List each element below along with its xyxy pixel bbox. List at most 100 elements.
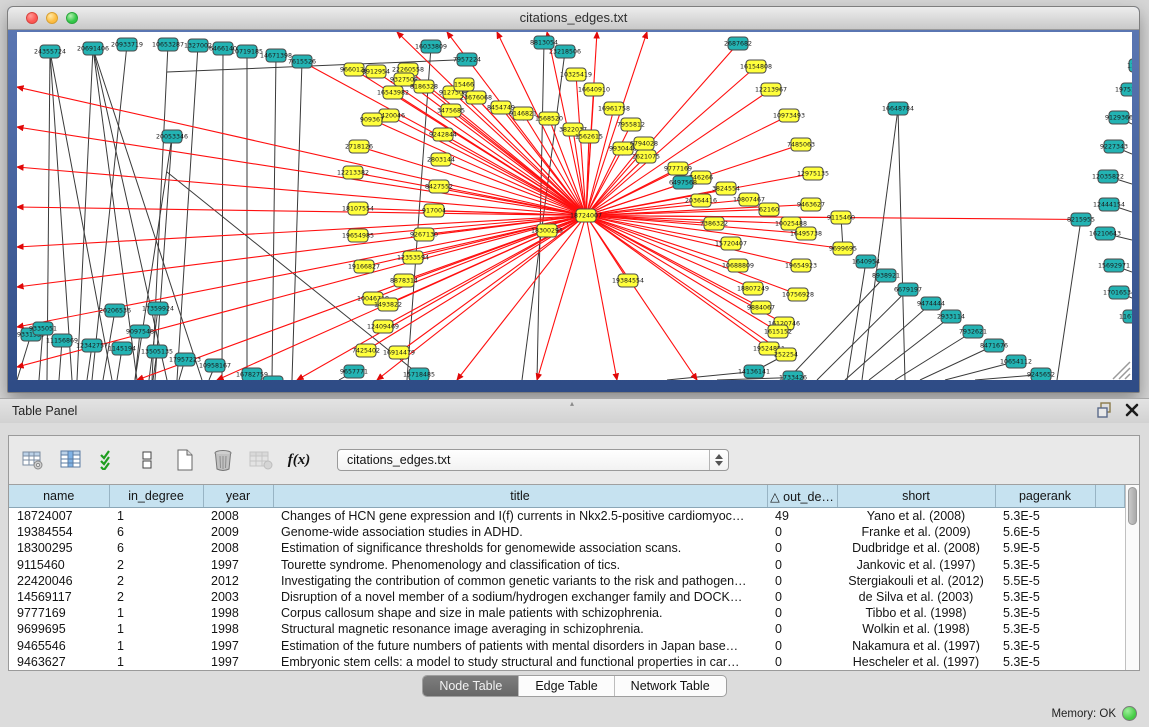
table-cell[interactable]: 0	[767, 540, 837, 556]
graph-node[interactable]: 10654112	[1000, 355, 1032, 368]
graph-edge[interactable]	[920, 346, 994, 381]
table-cell[interactable]: 9115460	[9, 557, 109, 573]
graph-edge[interactable]	[222, 49, 223, 381]
table-cell[interactable]: 5.3E-5	[995, 508, 1095, 525]
table-cell[interactable]: 18724007	[9, 508, 109, 525]
network-canvas[interactable]: 1872400718300295193845549660124891295422…	[17, 32, 1132, 380]
graph-edge[interactable]	[586, 216, 806, 234]
graph-node[interactable]: 10325419	[560, 68, 592, 81]
graph-node[interactable]: 19751074	[1115, 83, 1132, 96]
table-cell[interactable]: 1	[109, 621, 203, 637]
table-cell[interactable]: 18300295	[9, 540, 109, 556]
graph-node[interactable]: 9884067	[747, 301, 775, 314]
table-cell[interactable]: 6	[109, 540, 203, 556]
graph-node[interactable]: 8938921	[872, 269, 900, 282]
table-cell[interactable]	[1095, 654, 1124, 670]
table-cell[interactable]: 0	[767, 524, 837, 540]
graph-node[interactable]: 16033809	[415, 40, 447, 53]
table-cell[interactable]: 5.3E-5	[995, 654, 1095, 670]
delete-table-icon[interactable]	[249, 448, 273, 472]
graph-node[interactable]: 16154808	[740, 60, 772, 73]
table-cell[interactable]: 1997	[203, 638, 273, 654]
table-cell[interactable]: 5.3E-5	[995, 605, 1095, 621]
function-builder-icon[interactable]: f(x)	[287, 448, 311, 472]
graph-node[interactable]: 2933114	[937, 310, 965, 323]
table-cell[interactable]: Changes of HCN gene expression and I(f) …	[273, 508, 767, 525]
graph-node[interactable]: 1621075	[632, 150, 660, 163]
table-cell[interactable]: 5.9E-5	[995, 540, 1095, 556]
graph-node[interactable]: 19166827	[348, 260, 380, 273]
tab-node-table[interactable]: Node Table	[423, 676, 519, 696]
graph-node[interactable]: 12409469	[367, 320, 399, 333]
panel-resize-handle[interactable]: ▴	[570, 399, 574, 408]
graph-node[interactable]: 3475685	[437, 104, 465, 117]
table-cell[interactable]: Yano et al. (2008)	[837, 508, 995, 525]
graph-node[interactable]: 10973493	[773, 109, 805, 122]
scrollbar-thumb[interactable]	[1128, 487, 1138, 525]
graph-edge[interactable]	[17, 216, 586, 288]
table-cell[interactable]: Nakamura et al. (1997)	[837, 638, 995, 654]
graph-node[interactable]: 1615152	[764, 325, 792, 338]
table-row[interactable]: 911546021997Tourette syndrome. Phenomeno…	[9, 557, 1124, 573]
select-all-icon[interactable]	[97, 448, 121, 472]
graph-node[interactable]: 15466	[454, 78, 474, 91]
tab-edge-table[interactable]: Edge Table	[519, 676, 614, 696]
table-cell[interactable]	[1095, 557, 1124, 573]
graph-edge[interactable]	[1057, 220, 1081, 381]
graph-node[interactable]: 20691406	[77, 42, 109, 55]
graph-node[interactable]: 6679197	[894, 283, 922, 296]
table-row[interactable]: 2242004622012Investigating the contribut…	[9, 573, 1124, 589]
graph-edge[interactable]	[17, 216, 586, 248]
graph-node[interactable]: 19654985	[342, 229, 374, 242]
table-cell[interactable]: Franke et al. (2009)	[837, 524, 995, 540]
graph-edge[interactable]	[77, 49, 93, 381]
graph-node[interactable]: 10958167	[199, 359, 231, 372]
graph-node[interactable]: 16648784	[882, 102, 914, 115]
graph-edge[interactable]	[817, 290, 908, 381]
table-cell[interactable]: 5.3E-5	[995, 638, 1095, 654]
graph-node[interactable]: 16961758	[598, 102, 630, 115]
graph-node[interactable]: 9097548	[126, 325, 154, 338]
graph-node[interactable]: 8215955	[1067, 213, 1095, 226]
close-panel-icon[interactable]	[1125, 403, 1139, 417]
table-cell[interactable]: 0	[767, 605, 837, 621]
table-cell[interactable]: 0	[767, 589, 837, 605]
table-cell[interactable]: 2	[109, 557, 203, 573]
column-header-in_degree[interactable]: in_degree	[109, 485, 203, 508]
table-cell[interactable]	[1095, 573, 1124, 589]
column-header-pagerank[interactable]: pagerank	[995, 485, 1095, 508]
graph-edge[interactable]	[292, 62, 302, 381]
table-cell[interactable]: 1	[109, 654, 203, 670]
graph-node[interactable]: 9777169	[664, 162, 692, 175]
table-row[interactable]: 946362711997Embryonic stem cells: a mode…	[9, 654, 1124, 670]
column-header-name[interactable]: name	[9, 485, 109, 508]
graph-node[interactable]: 1145194	[108, 342, 136, 355]
graph-node[interactable]: 7957224	[453, 53, 481, 66]
memory-status-icon[interactable]	[1122, 706, 1137, 721]
table-cell[interactable]: Disruption of a novel member of a sodium…	[273, 589, 767, 605]
graph-node[interactable]: 9463627	[797, 198, 825, 211]
graph-node[interactable]: 6794028	[630, 137, 658, 150]
new-file-icon[interactable]	[173, 448, 197, 472]
graph-node[interactable]: 16914479	[383, 346, 415, 359]
table-cell[interactable]: Dudbridge et al. (2008)	[837, 540, 995, 556]
graph-node[interactable]: 7485063	[787, 138, 815, 151]
graph-node[interactable]: 9335051	[29, 322, 57, 335]
table-cell[interactable]: 1	[109, 508, 203, 525]
table-cell[interactable]: Investigating the contribution of common…	[273, 573, 767, 589]
table-cell[interactable]: 2009	[203, 524, 273, 540]
table-cell[interactable]	[1095, 638, 1124, 654]
graph-node[interactable]: 19384554	[612, 274, 644, 287]
graph-node[interactable]: 17957223	[169, 353, 201, 366]
table-cell[interactable]: 2008	[203, 508, 273, 525]
graph-node[interactable]: 8427552	[425, 180, 453, 193]
table-cell[interactable]: 1997	[203, 557, 273, 573]
graph-node[interactable]: 9115460	[827, 211, 855, 224]
graph-node[interactable]: 24355724	[34, 45, 66, 58]
table-cell[interactable]: 5.3E-5	[995, 557, 1095, 573]
table-cell[interactable]	[1095, 605, 1124, 621]
graph-edge[interactable]	[177, 46, 198, 381]
graph-node[interactable]: 1640954	[852, 255, 880, 268]
graph-node[interactable]: 19654923	[785, 259, 817, 272]
table-vertical-scrollbar[interactable]	[1125, 485, 1140, 670]
